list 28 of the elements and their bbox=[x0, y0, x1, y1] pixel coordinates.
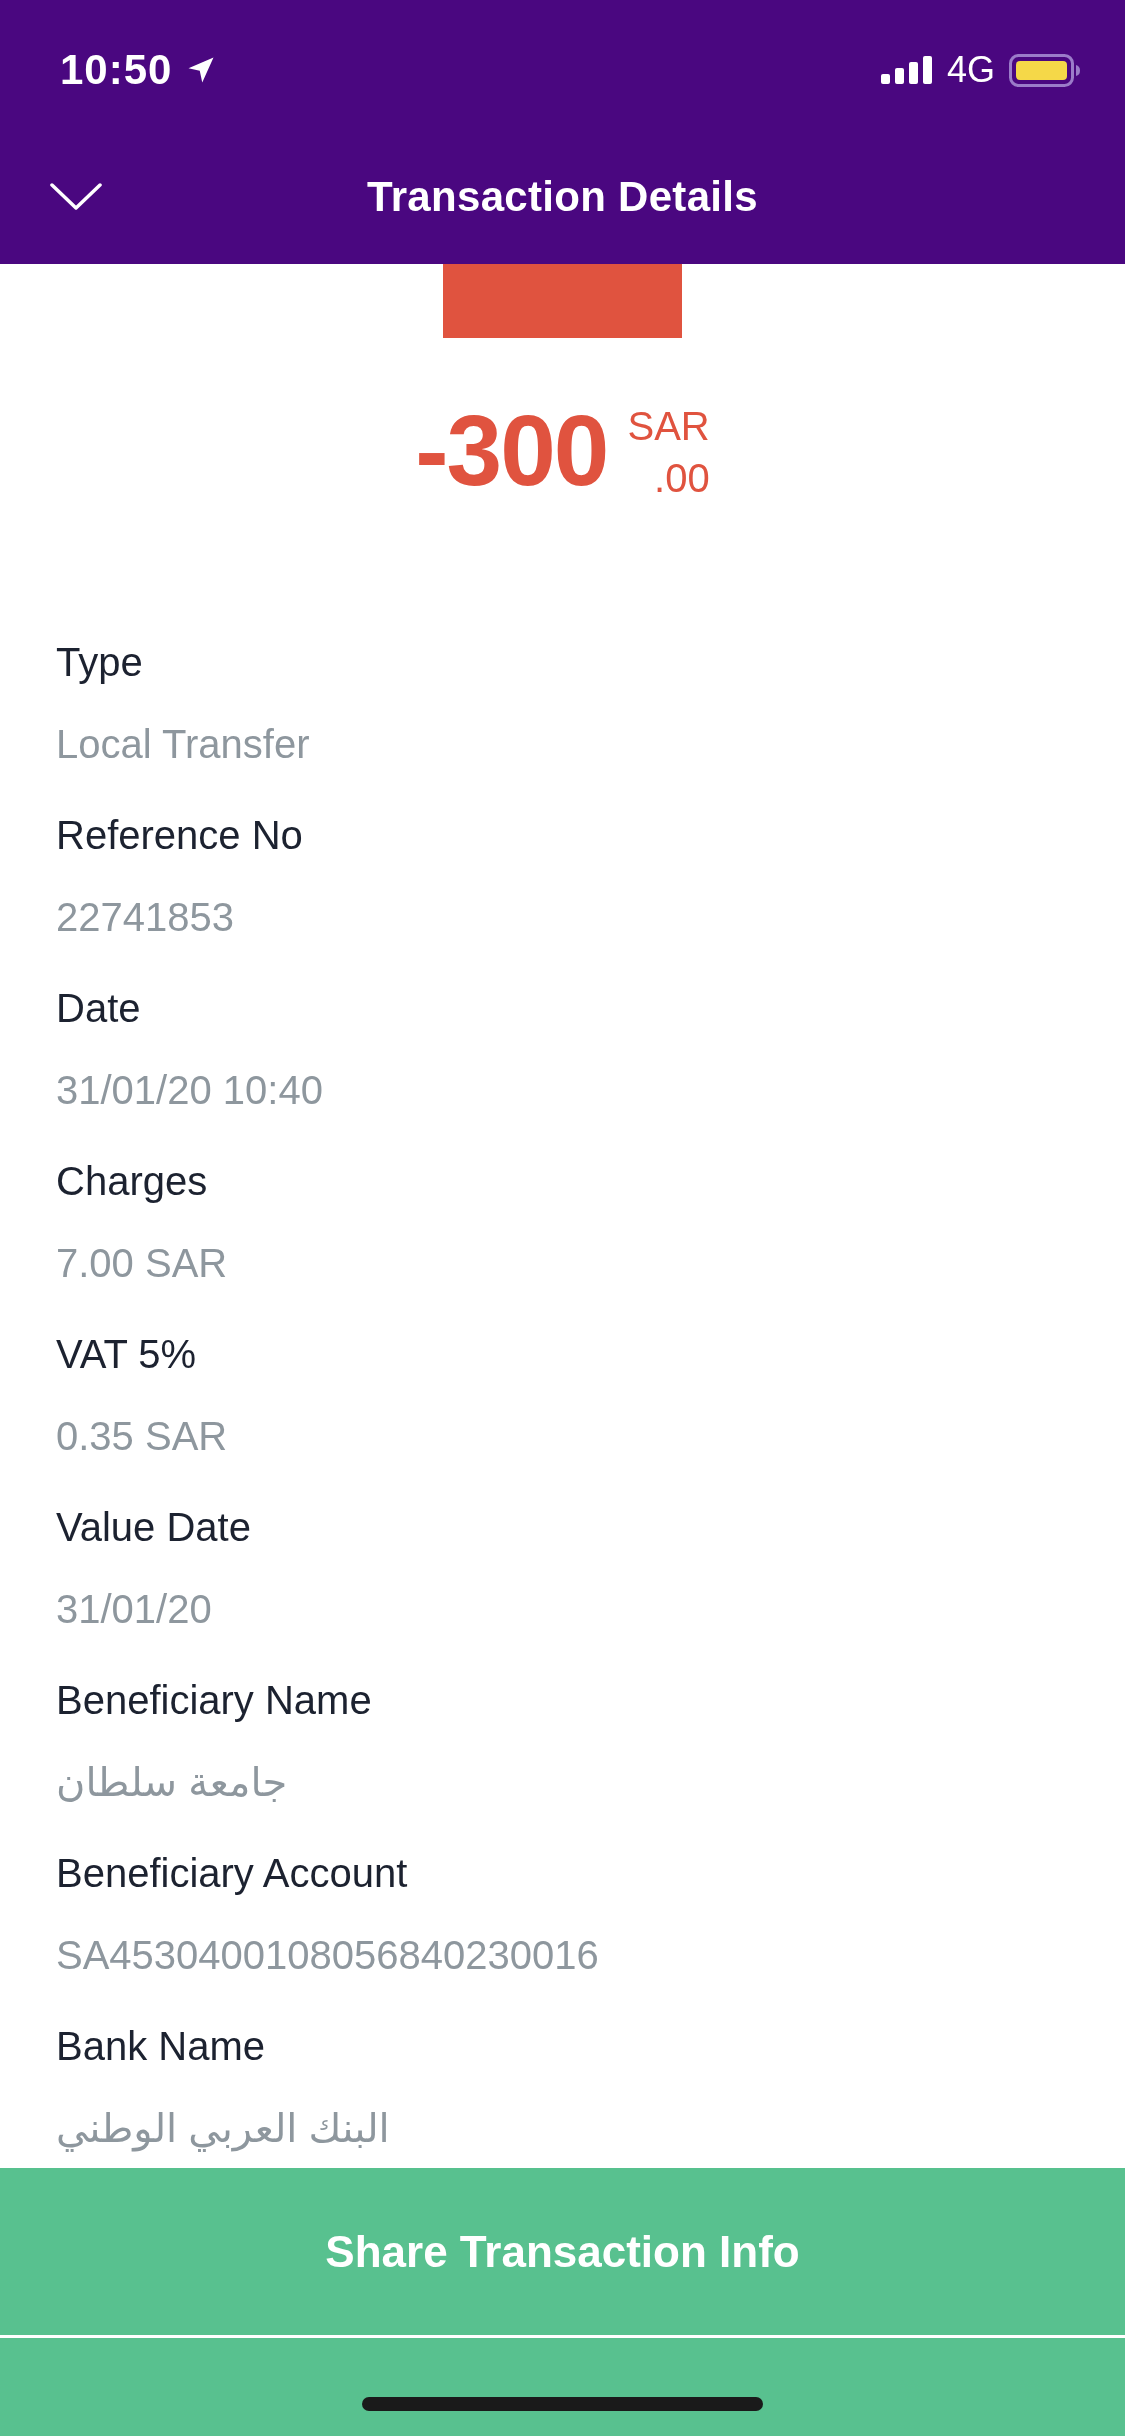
status-time: 10:50 bbox=[60, 46, 173, 94]
amount-decimals: .00 bbox=[654, 455, 710, 502]
detail-value: 0.35 SAR bbox=[56, 1413, 228, 1460]
detail-value: 22741853 bbox=[56, 894, 234, 941]
detail-label: Reference No bbox=[56, 812, 303, 859]
amount-currency: SAR bbox=[627, 403, 710, 450]
detail-label: Bank Name bbox=[56, 2023, 265, 2070]
detail-label: Date bbox=[56, 985, 141, 1032]
detail-value: SA4530400108056840230016 bbox=[56, 1932, 599, 1979]
network-label: 4G bbox=[946, 49, 995, 91]
chevron-down-icon[interactable] bbox=[50, 183, 102, 211]
detail-label: Beneficiary Account bbox=[56, 1850, 408, 1897]
detail-value: جامعة سلطان bbox=[56, 1759, 288, 1806]
detail-value: 7.00 SAR bbox=[56, 1240, 228, 1287]
detail-value: Local Transfer bbox=[56, 721, 310, 768]
signal-bars-icon bbox=[880, 56, 933, 84]
detail-value: 31/01/20 bbox=[56, 1586, 212, 1633]
detail-label: Value Date bbox=[56, 1504, 251, 1551]
detail-value: البنك العربي الوطني bbox=[56, 2105, 390, 2154]
share-button[interactable]: Share Transaction Info bbox=[0, 2168, 1125, 2335]
detail-label: Beneficiary Name bbox=[56, 1677, 372, 1724]
detail-value: 31/01/20 10:40 bbox=[56, 1067, 323, 1114]
battery-icon bbox=[1009, 53, 1081, 87]
detail-label: VAT 5% bbox=[56, 1331, 197, 1378]
detail-label: Charges bbox=[56, 1158, 208, 1205]
screen-title: Transaction Details bbox=[367, 173, 758, 221]
detail-label: Type bbox=[56, 639, 143, 686]
amount-value: -300 bbox=[415, 400, 608, 500]
